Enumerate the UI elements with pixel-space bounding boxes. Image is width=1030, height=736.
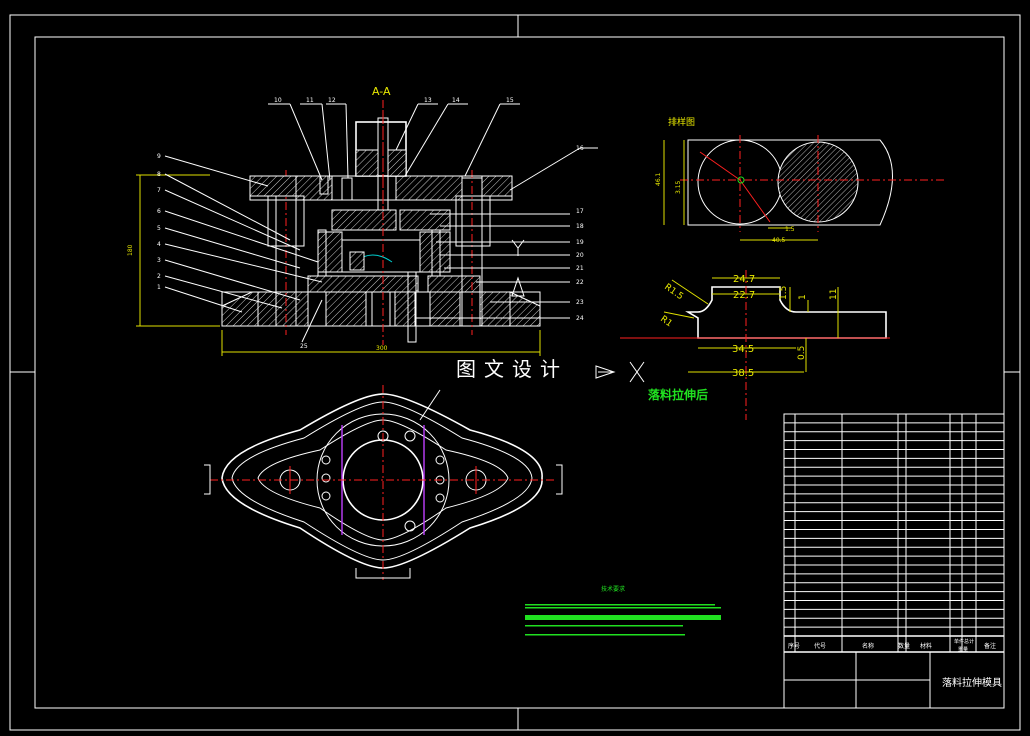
svg-text:3.15: 3.15 xyxy=(675,180,682,194)
drawn-part: 24.7 22.7 34.5 38.5 1.5 1 11 0.5 R1.5 R1… xyxy=(620,270,890,420)
plan-view xyxy=(204,385,563,580)
drawing-title: 落料拉伸模具 xyxy=(942,676,1002,689)
svg-text:13: 13 xyxy=(424,97,432,104)
blank-layout: 排样图 46.1 3.15 40.5 1.5 xyxy=(655,116,946,244)
svg-text:19: 19 xyxy=(576,239,584,246)
svg-text:15: 15 xyxy=(506,97,514,104)
svg-text:4: 4 xyxy=(157,241,161,248)
svg-text:2: 2 xyxy=(157,273,161,280)
svg-text:3: 3 xyxy=(157,257,161,264)
svg-text:5: 5 xyxy=(157,225,161,232)
watermark-group: 图文设计 xyxy=(456,357,645,383)
watermark-text: 图文设计 xyxy=(456,357,568,381)
svg-text:14: 14 xyxy=(452,97,460,104)
svg-text:46.1: 46.1 xyxy=(655,172,662,186)
tech-req-title: 技术要求 xyxy=(601,585,625,593)
svg-text:序号: 序号 xyxy=(788,642,800,650)
svg-text:总计: 总计 xyxy=(964,638,974,645)
drawn-part-title: 落料拉伸后 xyxy=(648,387,708,402)
svg-text:12: 12 xyxy=(328,97,336,104)
svg-text:9: 9 xyxy=(157,153,161,160)
svg-text:40.5: 40.5 xyxy=(772,237,786,244)
svg-text:300: 300 xyxy=(376,345,388,352)
cad-drawing: A-A 180 300 9 8 7 6 5 4 3 2 1 10 11 12 1… xyxy=(9,14,1021,731)
svg-text:21: 21 xyxy=(576,265,584,272)
svg-text:8: 8 xyxy=(157,171,161,178)
blank-view-title: 排样图 xyxy=(668,116,695,128)
svg-text:24: 24 xyxy=(576,315,584,322)
svg-text:名称: 名称 xyxy=(862,642,874,650)
dim-bottom-width: 34.5 xyxy=(732,344,754,355)
dim-overall-width: 38.5 xyxy=(732,368,754,379)
svg-text:材料: 材料 xyxy=(920,642,932,650)
svg-text:23: 23 xyxy=(576,299,584,306)
svg-text:11: 11 xyxy=(306,97,314,104)
watermark-arrow-icon xyxy=(595,365,616,379)
dim-height-4: 0.5 xyxy=(797,346,807,360)
svg-text:16: 16 xyxy=(576,145,584,152)
svg-text:数量: 数量 xyxy=(898,642,910,650)
dim-height-1: 1.5 xyxy=(779,286,789,300)
svg-text:10: 10 xyxy=(274,97,282,104)
section-view: A-A 180 300 9 8 7 6 5 4 3 2 1 10 11 12 1… xyxy=(127,85,598,356)
svg-text:18: 18 xyxy=(576,223,584,230)
dim-height-2: 1 xyxy=(798,294,808,300)
dim-mid-width: 22.7 xyxy=(733,290,755,301)
svg-text:单件: 单件 xyxy=(954,638,964,645)
dim-radius-1: R1.5 xyxy=(662,282,685,302)
watermark-x-icon xyxy=(629,361,645,383)
svg-text:6: 6 xyxy=(157,208,161,215)
dim-height-3: 11 xyxy=(829,289,839,300)
svg-text:1.5: 1.5 xyxy=(785,226,795,233)
svg-text:1: 1 xyxy=(157,284,161,291)
svg-text:备注: 备注 xyxy=(984,642,996,650)
svg-text:代号: 代号 xyxy=(814,642,826,650)
svg-text:重量: 重量 xyxy=(958,646,968,653)
title-block: 落料拉伸模具 序号 代号 名称 数量 材料 单件 总计 重量 备注 xyxy=(783,413,1005,709)
svg-text:20: 20 xyxy=(576,252,584,259)
svg-text:180: 180 xyxy=(127,244,134,256)
section-label: A-A xyxy=(372,85,391,98)
svg-text:22: 22 xyxy=(576,279,584,286)
dim-top-width: 24.7 xyxy=(733,274,755,285)
dim-radius-2: R1 xyxy=(658,314,674,329)
svg-text:25: 25 xyxy=(300,343,308,350)
svg-text:17: 17 xyxy=(576,208,584,215)
tech-requirements: 技术要求 xyxy=(525,585,721,636)
svg-text:7: 7 xyxy=(157,187,161,194)
